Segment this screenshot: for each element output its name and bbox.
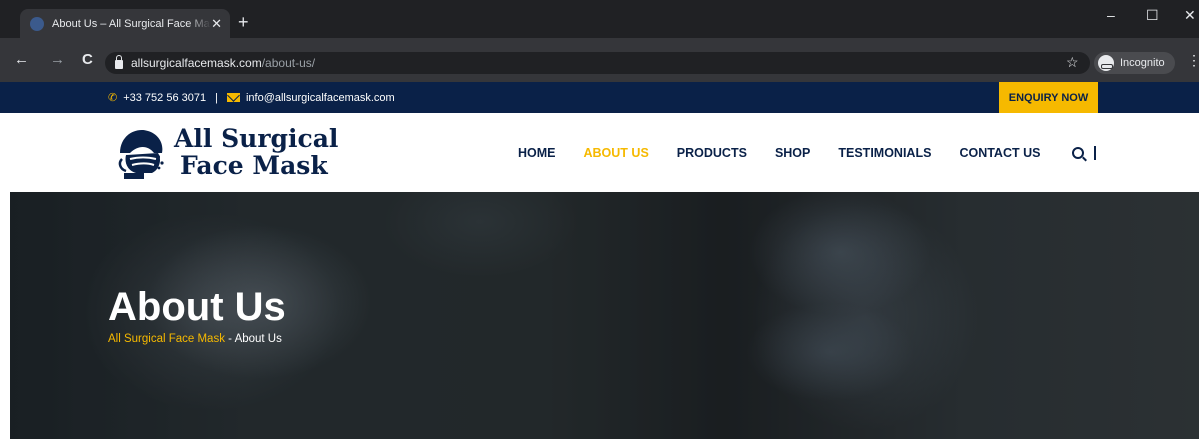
page-title: About Us xyxy=(108,285,286,329)
phone-icon: ✆ xyxy=(108,92,118,104)
nav-item-contact-us[interactable]: CONTACT US xyxy=(959,146,1040,160)
nav-item-testimonials[interactable]: TESTIMONIALS xyxy=(838,146,931,160)
nav-divider xyxy=(1094,146,1096,160)
mail-icon xyxy=(226,93,240,102)
nav-item-about-us[interactable]: ABOUT US xyxy=(584,146,649,160)
breadcrumb: All Surgical Face Mask - About Us xyxy=(108,333,282,345)
logo-line2: Face Mask xyxy=(180,151,328,180)
contact-info: ✆ +33 752 56 3071 | info@allsurgicalface… xyxy=(108,91,395,105)
breadcrumb-separator: - xyxy=(224,333,235,345)
incognito-label: Incognito xyxy=(1120,57,1165,69)
tab-close-icon[interactable]: ✕ xyxy=(211,17,222,30)
close-window-button[interactable]: ✕ xyxy=(1184,8,1196,22)
enquiry-now-button[interactable]: ENQUIRY NOW xyxy=(999,82,1098,113)
breadcrumb-current: About Us xyxy=(234,333,282,345)
logo-line1: All Surgical xyxy=(174,124,339,153)
hero-bg-shape xyxy=(750,202,980,432)
browser-menu-icon[interactable]: ⋮ xyxy=(1187,53,1199,67)
hero-banner: About Us All Surgical Face Mask - About … xyxy=(10,192,1199,439)
site-logo[interactable]: All Surgical Face Mask xyxy=(114,123,338,181)
contact-topbar: ✆ +33 752 56 3071 | info@allsurgicalface… xyxy=(0,82,1199,113)
nav-item-home[interactable]: HOME xyxy=(518,146,556,160)
logo-text: All Surgical Face Mask xyxy=(174,125,338,179)
lock-icon[interactable] xyxy=(115,55,123,69)
url-host: allsurgicalfacemask.com xyxy=(131,56,262,70)
browser-tabstrip: About Us – All Surgical Face Mask – All … xyxy=(0,0,1199,38)
minimize-button[interactable]: – xyxy=(1107,8,1115,22)
back-button[interactable]: ← xyxy=(14,52,29,67)
maximize-button[interactable]: ☐ xyxy=(1146,8,1159,22)
browser-tab[interactable]: About Us – All Surgical Face Mask – All … xyxy=(20,9,230,38)
phone-number[interactable]: +33 752 56 3071 xyxy=(123,92,206,104)
url-path: /about-us/ xyxy=(261,56,316,70)
search-icon[interactable] xyxy=(1072,147,1085,159)
contact-separator: | xyxy=(215,91,218,104)
breadcrumb-home-link[interactable]: All Surgical Face Mask xyxy=(108,333,225,345)
incognito-badge[interactable]: Incognito xyxy=(1094,52,1175,74)
new-tab-button[interactable]: + xyxy=(238,13,249,31)
email-address[interactable]: info@allsurgicalfacemask.com xyxy=(246,92,395,104)
reload-button[interactable]: C xyxy=(82,52,93,67)
bookmark-star-icon[interactable]: ☆ xyxy=(1066,55,1079,69)
address-bar[interactable]: allsurgicalfacemask.com /about-us/ xyxy=(105,52,1090,74)
web-page: ✆ +33 752 56 3071 | info@allsurgicalface… xyxy=(0,82,1199,439)
nav-item-shop[interactable]: SHOP xyxy=(775,146,810,160)
incognito-icon xyxy=(1098,55,1114,71)
tab-title: About Us – All Surgical Face Mask – All … xyxy=(52,17,211,30)
nav-item-products[interactable]: PRODUCTS xyxy=(677,146,747,160)
main-nav: HOME ABOUT US PRODUCTS SHOP TESTIMONIALS… xyxy=(518,146,1096,160)
site-favicon-icon xyxy=(30,16,44,31)
site-header: All Surgical Face Mask HOME ABOUT US PRO… xyxy=(0,113,1199,192)
mask-logo-icon xyxy=(118,129,164,179)
forward-button[interactable]: → xyxy=(50,52,65,67)
